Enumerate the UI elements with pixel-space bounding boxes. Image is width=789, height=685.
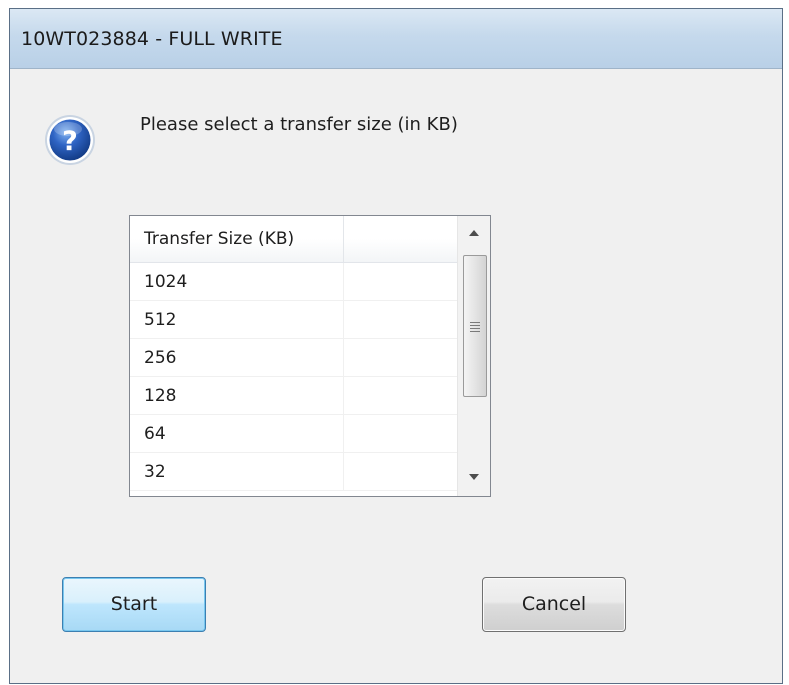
dialog-prompt: Please select a transfer size (in KB)	[140, 114, 458, 135]
transfer-size-list[interactable]: Transfer Size (KB) 1024 512 256 128 64 3…	[129, 215, 491, 497]
list-item[interactable]: 128	[130, 377, 457, 415]
arrow-down-icon	[469, 474, 479, 480]
list-item[interactable]: 64	[130, 415, 457, 453]
list-item-size: 32	[130, 453, 344, 491]
scroll-grip-icon	[470, 322, 480, 334]
vertical-scrollbar[interactable]	[457, 216, 490, 496]
list-item-extra	[344, 377, 457, 415]
start-button[interactable]: Start	[62, 577, 206, 632]
question-icon: ?	[45, 115, 95, 165]
column-header-transfer-size[interactable]: Transfer Size (KB)	[130, 216, 344, 262]
list-rows: 1024 512 256 128 64 32	[130, 263, 457, 491]
cancel-button[interactable]: Cancel	[482, 577, 626, 632]
list-item-extra	[344, 453, 457, 491]
svg-text:?: ?	[62, 126, 78, 157]
list-item[interactable]: 32	[130, 453, 457, 491]
list-header: Transfer Size (KB)	[130, 216, 457, 263]
list-item-extra	[344, 415, 457, 453]
list-item-extra	[344, 339, 457, 377]
arrow-up-icon	[469, 230, 479, 236]
list-item-size: 1024	[130, 263, 344, 301]
list-item-size: 128	[130, 377, 344, 415]
list-item[interactable]: 1024	[130, 263, 457, 301]
list-item-extra	[344, 301, 457, 339]
scroll-down-button[interactable]	[458, 460, 490, 496]
list-item-size: 512	[130, 301, 344, 339]
scroll-up-button[interactable]	[458, 216, 490, 252]
window-title: 10WT023884 - FULL WRITE	[21, 28, 283, 50]
list-item[interactable]: 512	[130, 301, 457, 339]
column-header-empty[interactable]	[344, 216, 457, 262]
list-item-size: 256	[130, 339, 344, 377]
list-item-size: 64	[130, 415, 344, 453]
title-bar[interactable]: 10WT023884 - FULL WRITE	[10, 9, 782, 69]
scroll-thumb[interactable]	[463, 255, 487, 397]
list-item-extra	[344, 263, 457, 301]
list-item[interactable]: 256	[130, 339, 457, 377]
